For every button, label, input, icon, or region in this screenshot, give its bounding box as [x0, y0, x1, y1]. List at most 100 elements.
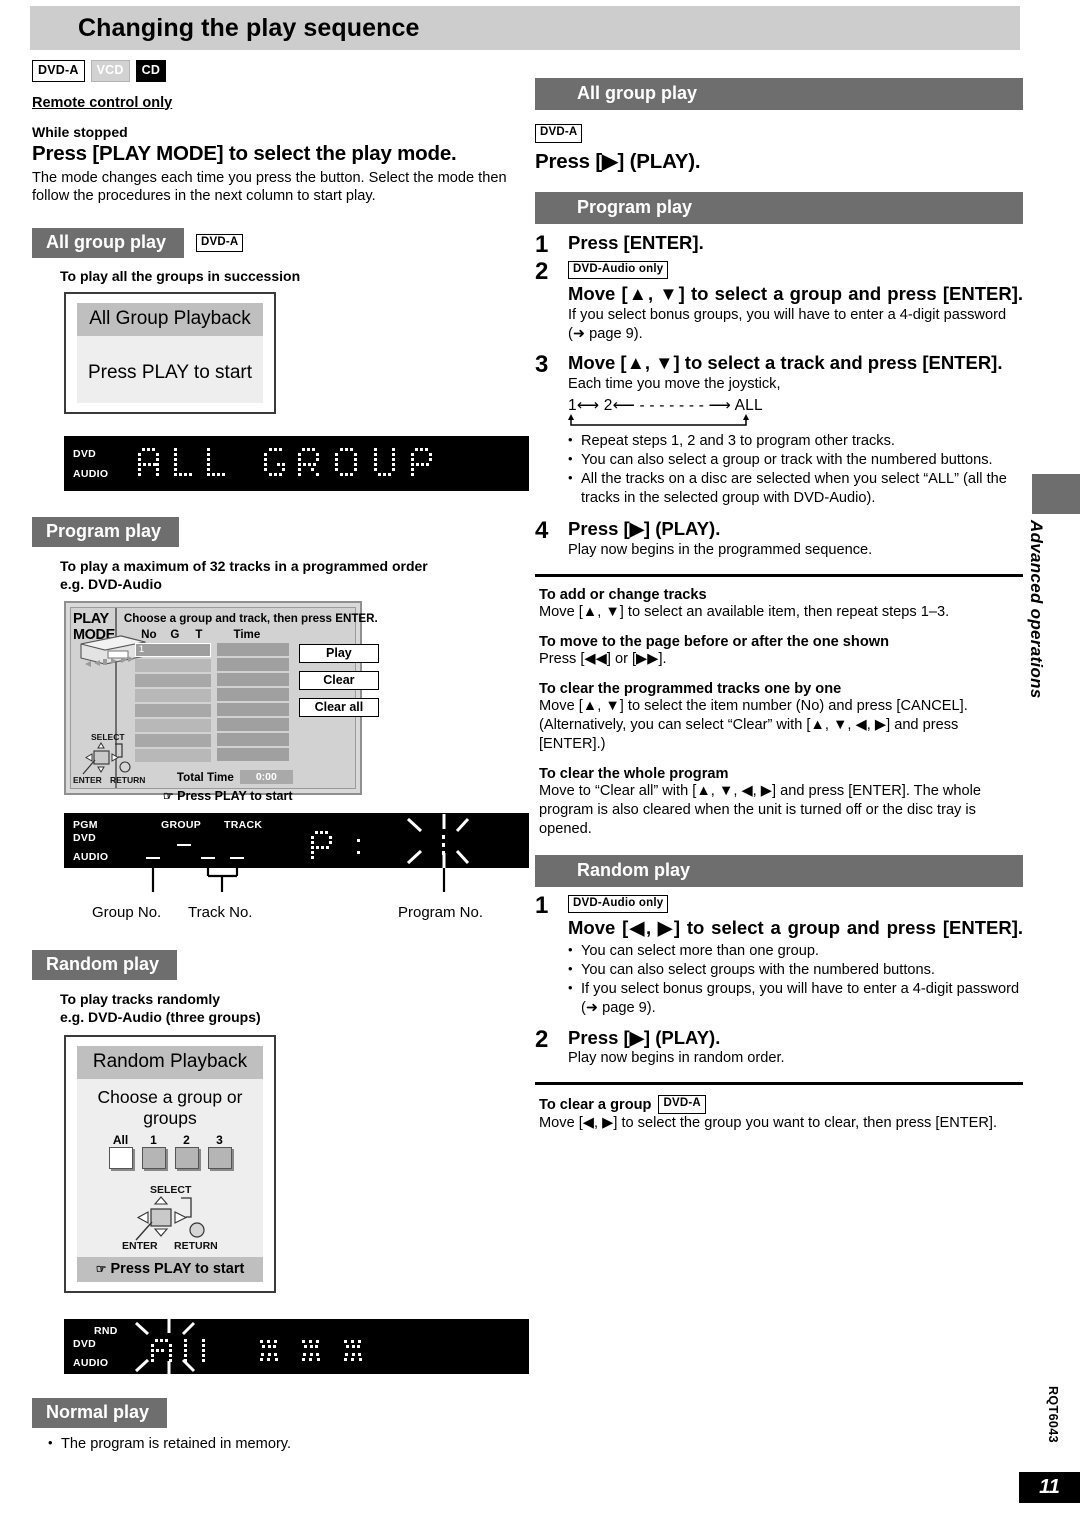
- osd-total-time-row: Total Time 0:00: [121, 764, 379, 785]
- table-row[interactable]: [134, 659, 211, 673]
- document-code: RQT6043: [1046, 1386, 1060, 1443]
- badge-vcd: VCD: [90, 60, 130, 82]
- all-group-play-header-label: All group play: [32, 227, 185, 258]
- note-head-add-change: To add or change tracks: [539, 586, 707, 603]
- all-group-osd-screen: All Group Playback Press PLAY to start: [64, 291, 276, 414]
- random-play-caption-line2: e.g. DVD-Audio (three groups): [60, 1009, 261, 1026]
- program-play-caption: To play a maximum of 32 tracks in a prog…: [60, 557, 500, 593]
- table-row-time: [216, 643, 289, 657]
- table-row[interactable]: [134, 719, 211, 733]
- random-osd-footer-text: Press PLAY to start: [110, 1260, 245, 1277]
- table-row[interactable]: [134, 689, 211, 703]
- led-callout-labels: Group No. Track No. Program No.: [64, 904, 532, 928]
- callout-program-no: Program No.: [398, 904, 484, 922]
- track-cycle-diagram: 1⟷ 2⟵ - - - - - - - ⟶ ALL: [568, 396, 1023, 430]
- program-step-3-bullet: All the tracks on a disc are selected wh…: [568, 469, 1023, 508]
- note-head-clear-one: To clear the programmed tracks one by on…: [539, 680, 842, 697]
- led-dotmatrix-program: [146, 814, 470, 869]
- led-dotmatrix-random: [134, 1318, 362, 1374]
- random-osd-prompt: Choose a group or groups: [97, 1086, 243, 1128]
- table-row-time: [216, 703, 289, 717]
- random-play-header-label: Random play: [32, 950, 178, 981]
- random-step-2: 2 Press [▶] (PLAY). Play now begins in r…: [535, 1026, 1023, 1069]
- table-row-time: [216, 688, 289, 702]
- osd-col-no: No: [141, 628, 157, 642]
- badge-dvd-a-right: DVD-A: [535, 124, 583, 143]
- osd-total-time-label: Total Time: [176, 770, 234, 784]
- group-button-all[interactable]: All: [108, 1133, 133, 1169]
- group-button-2[interactable]: 2: [174, 1132, 199, 1169]
- all-group-play-section-header: All group play DVD-A: [32, 227, 532, 258]
- random-play-osd-screen: Random Playback Choose a group or groups…: [64, 1034, 276, 1293]
- play-mode-heading: Press [PLAY MODE] to select the play mod…: [32, 141, 457, 165]
- callout-group-no: Group No.: [92, 904, 162, 922]
- clear-button[interactable]: Clear: [298, 671, 379, 691]
- osd-col-t: T: [195, 628, 203, 642]
- table-row-time: [216, 748, 289, 762]
- group-button-1[interactable]: 1: [141, 1133, 166, 1169]
- group-button-all-box[interactable]: [108, 1146, 133, 1169]
- program-step-2: 2 DVD-Audio only Move [▲, ▼] to select a…: [535, 259, 1023, 344]
- osd-col-g: G: [170, 628, 180, 642]
- note-body-clear-one: Move [▲, ▼] to select the item number (N…: [539, 697, 968, 752]
- program-step-3-sub: Each time you move the joystick,: [568, 375, 781, 392]
- clear-all-button[interactable]: Clear all: [298, 698, 379, 718]
- program-step-3-number: 3: [535, 350, 549, 378]
- badge-cd: CD: [135, 60, 167, 82]
- badge-dvd-a: DVD-A: [32, 60, 85, 82]
- random-play-caption: To play tracks randomly e.g. DVD-Audio (…: [60, 990, 532, 1026]
- joystick-select-label: SELECT: [150, 1184, 192, 1196]
- group-button-2-box[interactable]: [174, 1146, 199, 1169]
- table-row[interactable]: [134, 674, 211, 688]
- track-cycle-loop-arrow: [568, 413, 749, 426]
- side-tab-block: [1032, 474, 1080, 514]
- osd-col-time: Time: [233, 628, 261, 642]
- table-row[interactable]: [134, 704, 211, 718]
- program-play-osd-screen: PLAY MODE SELECT ENTER RETURN Choose a g…: [64, 601, 379, 803]
- random-step-1-bullet: You can also select groups with the numb…: [568, 960, 1023, 980]
- led-dotmatrix-all-group: [138, 447, 432, 476]
- group-button-3-label: 3: [216, 1132, 223, 1147]
- program-step-2-number: 2: [535, 257, 549, 285]
- program-play-right-header: Program play: [535, 191, 1023, 224]
- group-button-3[interactable]: 3: [207, 1132, 232, 1169]
- group-button-3-box[interactable]: [207, 1146, 232, 1169]
- all-group-right-step: Press [▶] (PLAY).: [535, 149, 701, 173]
- track-cycle-text: 1⟷ 2⟵ - - - - - - - ⟶ ALL: [568, 396, 763, 414]
- osd-table-left-cells: 1: [134, 643, 211, 764]
- program-step-3-bullet: You can also select a group or track wit…: [568, 450, 1023, 470]
- all-group-play-right-header: All group play: [535, 78, 1023, 110]
- play-button[interactable]: Play: [298, 644, 379, 664]
- program-notes-divider: [535, 573, 1023, 577]
- table-row[interactable]: [134, 734, 211, 748]
- random-play-right-header: Random play: [535, 854, 1023, 887]
- clear-group-note: To clear a group DVD-A Move [◀, ▶] to se…: [539, 1095, 1023, 1132]
- program-led-display: PGM DVD AUDIO GROUP TRACK: [64, 813, 529, 869]
- program-step-4-sub: Play now begins in the programmed sequen…: [568, 542, 873, 559]
- while-stopped-label: While stopped: [32, 123, 128, 140]
- osd-total-time-value: 0:00: [239, 770, 293, 785]
- random-osd-footer: ☞ Press PLAY to start: [77, 1256, 263, 1282]
- table-row[interactable]: [134, 749, 211, 763]
- random-step-1-bullet: You can select more than one group.: [568, 941, 1023, 961]
- group-button-2-label: 2: [183, 1132, 190, 1147]
- program-play-caption-line2: e.g. DVD-Audio: [60, 576, 162, 593]
- right-column: All group play DVD-A Press [▶] (PLAY). P…: [535, 78, 1023, 1133]
- table-row-time: [216, 733, 289, 747]
- led-callout-lines: [151, 868, 446, 893]
- blink-flash-marks: [406, 814, 470, 869]
- random-step-1-bullets: You can select more than one group. You …: [568, 941, 1023, 1018]
- table-row-time: [216, 658, 289, 672]
- program-step-3-bullets: Repeat steps 1, 2 and 3 to program other…: [568, 431, 1023, 508]
- group-button-1-box[interactable]: [141, 1146, 166, 1169]
- program-step-4-number: 4: [535, 517, 549, 545]
- table-row[interactable]: 1: [134, 643, 211, 658]
- program-step-1-number: 1: [535, 230, 549, 258]
- program-step-2-sub: If you select bonus groups, you will hav…: [568, 307, 1007, 342]
- random-step-1-bullet: If you select bonus groups, you will hav…: [568, 979, 1023, 1018]
- program-step-3-title: Move [▲, ▼] to select a track and press …: [568, 351, 1003, 373]
- note-body-clear-all: Move to “Clear all” with [▲, ▼, ◀, ▶] an…: [539, 782, 981, 837]
- osd-press-play-text: Press PLAY to start: [177, 789, 293, 804]
- joystick-return-label: RETURN: [174, 1240, 218, 1251]
- osd-press-play-footer: ☞ Press PLAY to start: [162, 789, 293, 804]
